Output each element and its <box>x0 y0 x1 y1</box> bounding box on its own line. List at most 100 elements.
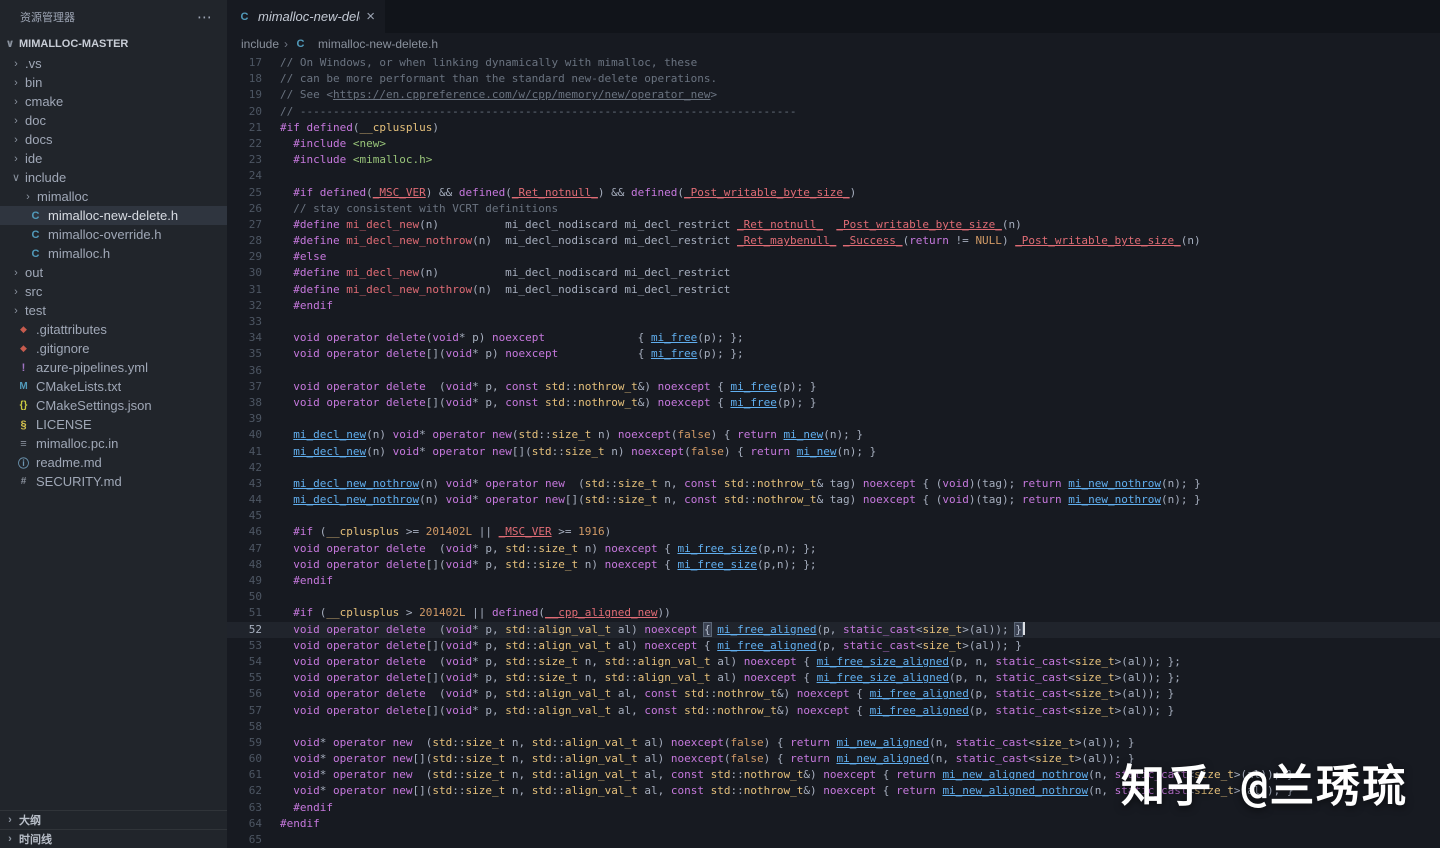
tree-folder-src[interactable]: › src <box>0 282 227 301</box>
code-line-38[interactable]: 38 void operator delete[](void* p, const… <box>227 395 1440 411</box>
code-line-59[interactable]: 59 void* operator new (std::size_t n, st… <box>227 735 1440 751</box>
code-line-61[interactable]: 61 void* operator new (std::size_t n, st… <box>227 767 1440 783</box>
code-text: // can be more performant than the stand… <box>280 72 718 86</box>
tab-mimalloc-new-delete[interactable]: C mimalloc-new-delete.h × <box>227 0 385 33</box>
tree-file-readme.md[interactable]: ⓘ readme.md <box>0 453 227 472</box>
line-number: 36 <box>248 363 262 377</box>
code-line-23[interactable]: 23 #include <mimalloc.h> <box>227 152 1440 168</box>
tree-file-mimalloc-override.h[interactable]: Cmimalloc-override.h <box>0 225 227 244</box>
code-line-31[interactable]: 31 #define mi_decl_new_nothrow(n) mi_dec… <box>227 282 1440 298</box>
code-line-51[interactable]: 51 #if (__cplusplus > 201402L || defined… <box>227 605 1440 621</box>
code-line-46[interactable]: 46 #if (__cplusplus >= 201402L || _MSC_V… <box>227 524 1440 540</box>
tree-file-.gitignore[interactable]: ◆ .gitignore <box>0 339 227 358</box>
tree-folder-out[interactable]: › out <box>0 263 227 282</box>
code-line-41[interactable]: 41 mi_decl_new(n) void* operator new[](s… <box>227 444 1440 460</box>
code-line-20[interactable]: 20 // -----------------------------------… <box>227 104 1440 120</box>
tree-folder-bin[interactable]: › bin <box>0 73 227 92</box>
code-text: void operator delete (void* p, std::alig… <box>280 621 1025 638</box>
code-line-17[interactable]: 17 // On Windows, or when linking dynamic… <box>227 55 1440 71</box>
outline-label: 大纲 <box>19 815 41 827</box>
code-text: #if defined(__cplusplus) <box>280 120 439 134</box>
tree-file-mimalloc.h[interactable]: Cmimalloc.h <box>0 244 227 263</box>
code-line-40[interactable]: 40 mi_decl_new(n) void* operator new(std… <box>227 427 1440 443</box>
code-line-44[interactable]: 44 mi_decl_new_nothrow(n) void* operator… <box>227 492 1440 508</box>
tree-file-azure-pipelines.yml[interactable]: ! azure-pipelines.yml <box>0 358 227 377</box>
code-line-64[interactable]: 64 #endif <box>227 816 1440 832</box>
tree-folder-mimalloc[interactable]: › mimalloc <box>0 187 227 206</box>
code-line-50[interactable]: 50 <box>227 589 1440 605</box>
tree-folder-test[interactable]: › test <box>0 301 227 320</box>
code-line-54[interactable]: 54 void operator delete (void* p, std::s… <box>227 654 1440 670</box>
code-line-56[interactable]: 56 void operator delete (void* p, std::a… <box>227 686 1440 702</box>
code-line-24[interactable]: 24 <box>227 168 1440 184</box>
code-line-28[interactable]: 28 #define mi_decl_new_nothrow(n) mi_dec… <box>227 233 1440 249</box>
code-line-34[interactable]: 34 void operator delete(void* p) noexcep… <box>227 330 1440 346</box>
code-line-57[interactable]: 57 void operator delete[](void* p, std::… <box>227 703 1440 719</box>
code-line-58[interactable]: 58 <box>227 719 1440 735</box>
code-line-32[interactable]: 32 #endif <box>227 298 1440 314</box>
outline-section[interactable]: › 大纲 <box>0 810 227 829</box>
more-actions-icon[interactable]: ⋯ <box>197 8 213 26</box>
tree-folder-cmake[interactable]: › cmake <box>0 92 227 111</box>
code-line-52[interactable]: 52 void operator delete (void* p, std::a… <box>227 621 1440 638</box>
tree-folder-include[interactable]: ∨ include <box>0 168 227 187</box>
line-number: 50 <box>248 590 262 604</box>
code-line-45[interactable]: 45 <box>227 508 1440 524</box>
code-line-25[interactable]: 25 #if defined(_MSC_VER) && defined(_Ret… <box>227 185 1440 201</box>
code-line-30[interactable]: 30 #define mi_decl_new(n) mi_decl_nodisc… <box>227 265 1440 281</box>
tree-folder-docs[interactable]: › docs <box>0 130 227 149</box>
code-line-53[interactable]: 53 void operator delete[](void* p, std::… <box>227 638 1440 654</box>
tree-item-label: doc <box>25 113 46 128</box>
code-line-63[interactable]: 63 #endif <box>227 800 1440 816</box>
file-tree[interactable]: › .vs › bin › cmake › doc › docs › ide ∨ include › mima… <box>0 54 227 810</box>
tree-file-SECURITY.md[interactable]: # SECURITY.md <box>0 472 227 491</box>
line-number: 18 <box>248 72 262 86</box>
editor-main: C mimalloc-new-delete.h × include › C mi… <box>227 0 1440 848</box>
code-line-21[interactable]: 21 #if defined(__cplusplus) <box>227 120 1440 136</box>
tree-folder-doc[interactable]: › doc <box>0 111 227 130</box>
timeline-section[interactable]: › 时间线 <box>0 829 227 848</box>
breadcrumb-include[interactable]: include <box>241 37 279 51</box>
code-lines[interactable]: 17 // On Windows, or when linking dynamic… <box>227 55 1440 848</box>
code-line-36[interactable]: 36 <box>227 363 1440 379</box>
code-line-49[interactable]: 49 #endif <box>227 573 1440 589</box>
line-number: 31 <box>248 282 262 296</box>
tab-title: mimalloc-new-delete.h <box>258 9 360 24</box>
code-line-39[interactable]: 39 <box>227 411 1440 427</box>
code-line-42[interactable]: 42 <box>227 460 1440 476</box>
cmake-file-icon: M <box>19 381 28 392</box>
close-tab-icon[interactable]: × <box>366 8 375 25</box>
tree-file-LICENSE[interactable]: § LICENSE <box>0 415 227 434</box>
tree-item-label: .gitignore <box>36 341 90 356</box>
line-number: 23 <box>248 153 262 167</box>
code-line-43[interactable]: 43 mi_decl_new_nothrow(n) void* operator… <box>227 476 1440 492</box>
code-line-65[interactable]: 65 <box>227 832 1440 848</box>
code-line-33[interactable]: 33 <box>227 314 1440 330</box>
code-line-60[interactable]: 60 void* operator new[](std::size_t n, s… <box>227 751 1440 767</box>
code-line-22[interactable]: 22 #include <new> <box>227 136 1440 152</box>
code-line-62[interactable]: 62 void* operator new[](std::size_t n, s… <box>227 783 1440 799</box>
code-line-18[interactable]: 18 // can be more performant than the sta… <box>227 71 1440 87</box>
code-line-27[interactable]: 27 #define mi_decl_new(n) mi_decl_nodisc… <box>227 217 1440 233</box>
tree-root-mimalloc-master[interactable]: ∨ MIMALLOC-MASTER <box>0 33 227 54</box>
tree-file-mimalloc-new-delete.h[interactable]: Cmimalloc-new-delete.h <box>0 206 227 225</box>
line-number: 27 <box>248 217 262 231</box>
tree-folder-ide[interactable]: › ide <box>0 149 227 168</box>
code-line-47[interactable]: 47 void operator delete (void* p, std::s… <box>227 541 1440 557</box>
tree-file-CMakeLists.txt[interactable]: M CMakeLists.txt <box>0 377 227 396</box>
code-line-19[interactable]: 19 // See <https://en.cppreference.com/w/… <box>227 87 1440 103</box>
code-line-26[interactable]: 26 // stay consistent with VCRT definiti… <box>227 201 1440 217</box>
code-line-48[interactable]: 48 void operator delete[](void* p, std::… <box>227 557 1440 573</box>
code-line-55[interactable]: 55 void operator delete[](void* p, std::… <box>227 670 1440 686</box>
tree-file-CMakeSettings.json[interactable]: {} CMakeSettings.json <box>0 396 227 415</box>
tree-item-label: azure-pipelines.yml <box>36 360 148 375</box>
line-number: 55 <box>248 671 262 685</box>
tree-file-mimalloc.pc.in[interactable]: ≡ mimalloc.pc.in <box>0 434 227 453</box>
code-line-37[interactable]: 37 void operator delete (void* p, const … <box>227 379 1440 395</box>
tree-folder-.vs[interactable]: › .vs <box>0 54 227 73</box>
breadcrumb-file[interactable]: mimalloc-new-delete.h <box>318 37 438 51</box>
code-line-29[interactable]: 29 #else <box>227 249 1440 265</box>
tree-file-.gitattributes[interactable]: ◆ .gitattributes <box>0 320 227 339</box>
line-number: 39 <box>248 412 262 426</box>
code-line-35[interactable]: 35 void operator delete[](void* p) noexc… <box>227 346 1440 362</box>
